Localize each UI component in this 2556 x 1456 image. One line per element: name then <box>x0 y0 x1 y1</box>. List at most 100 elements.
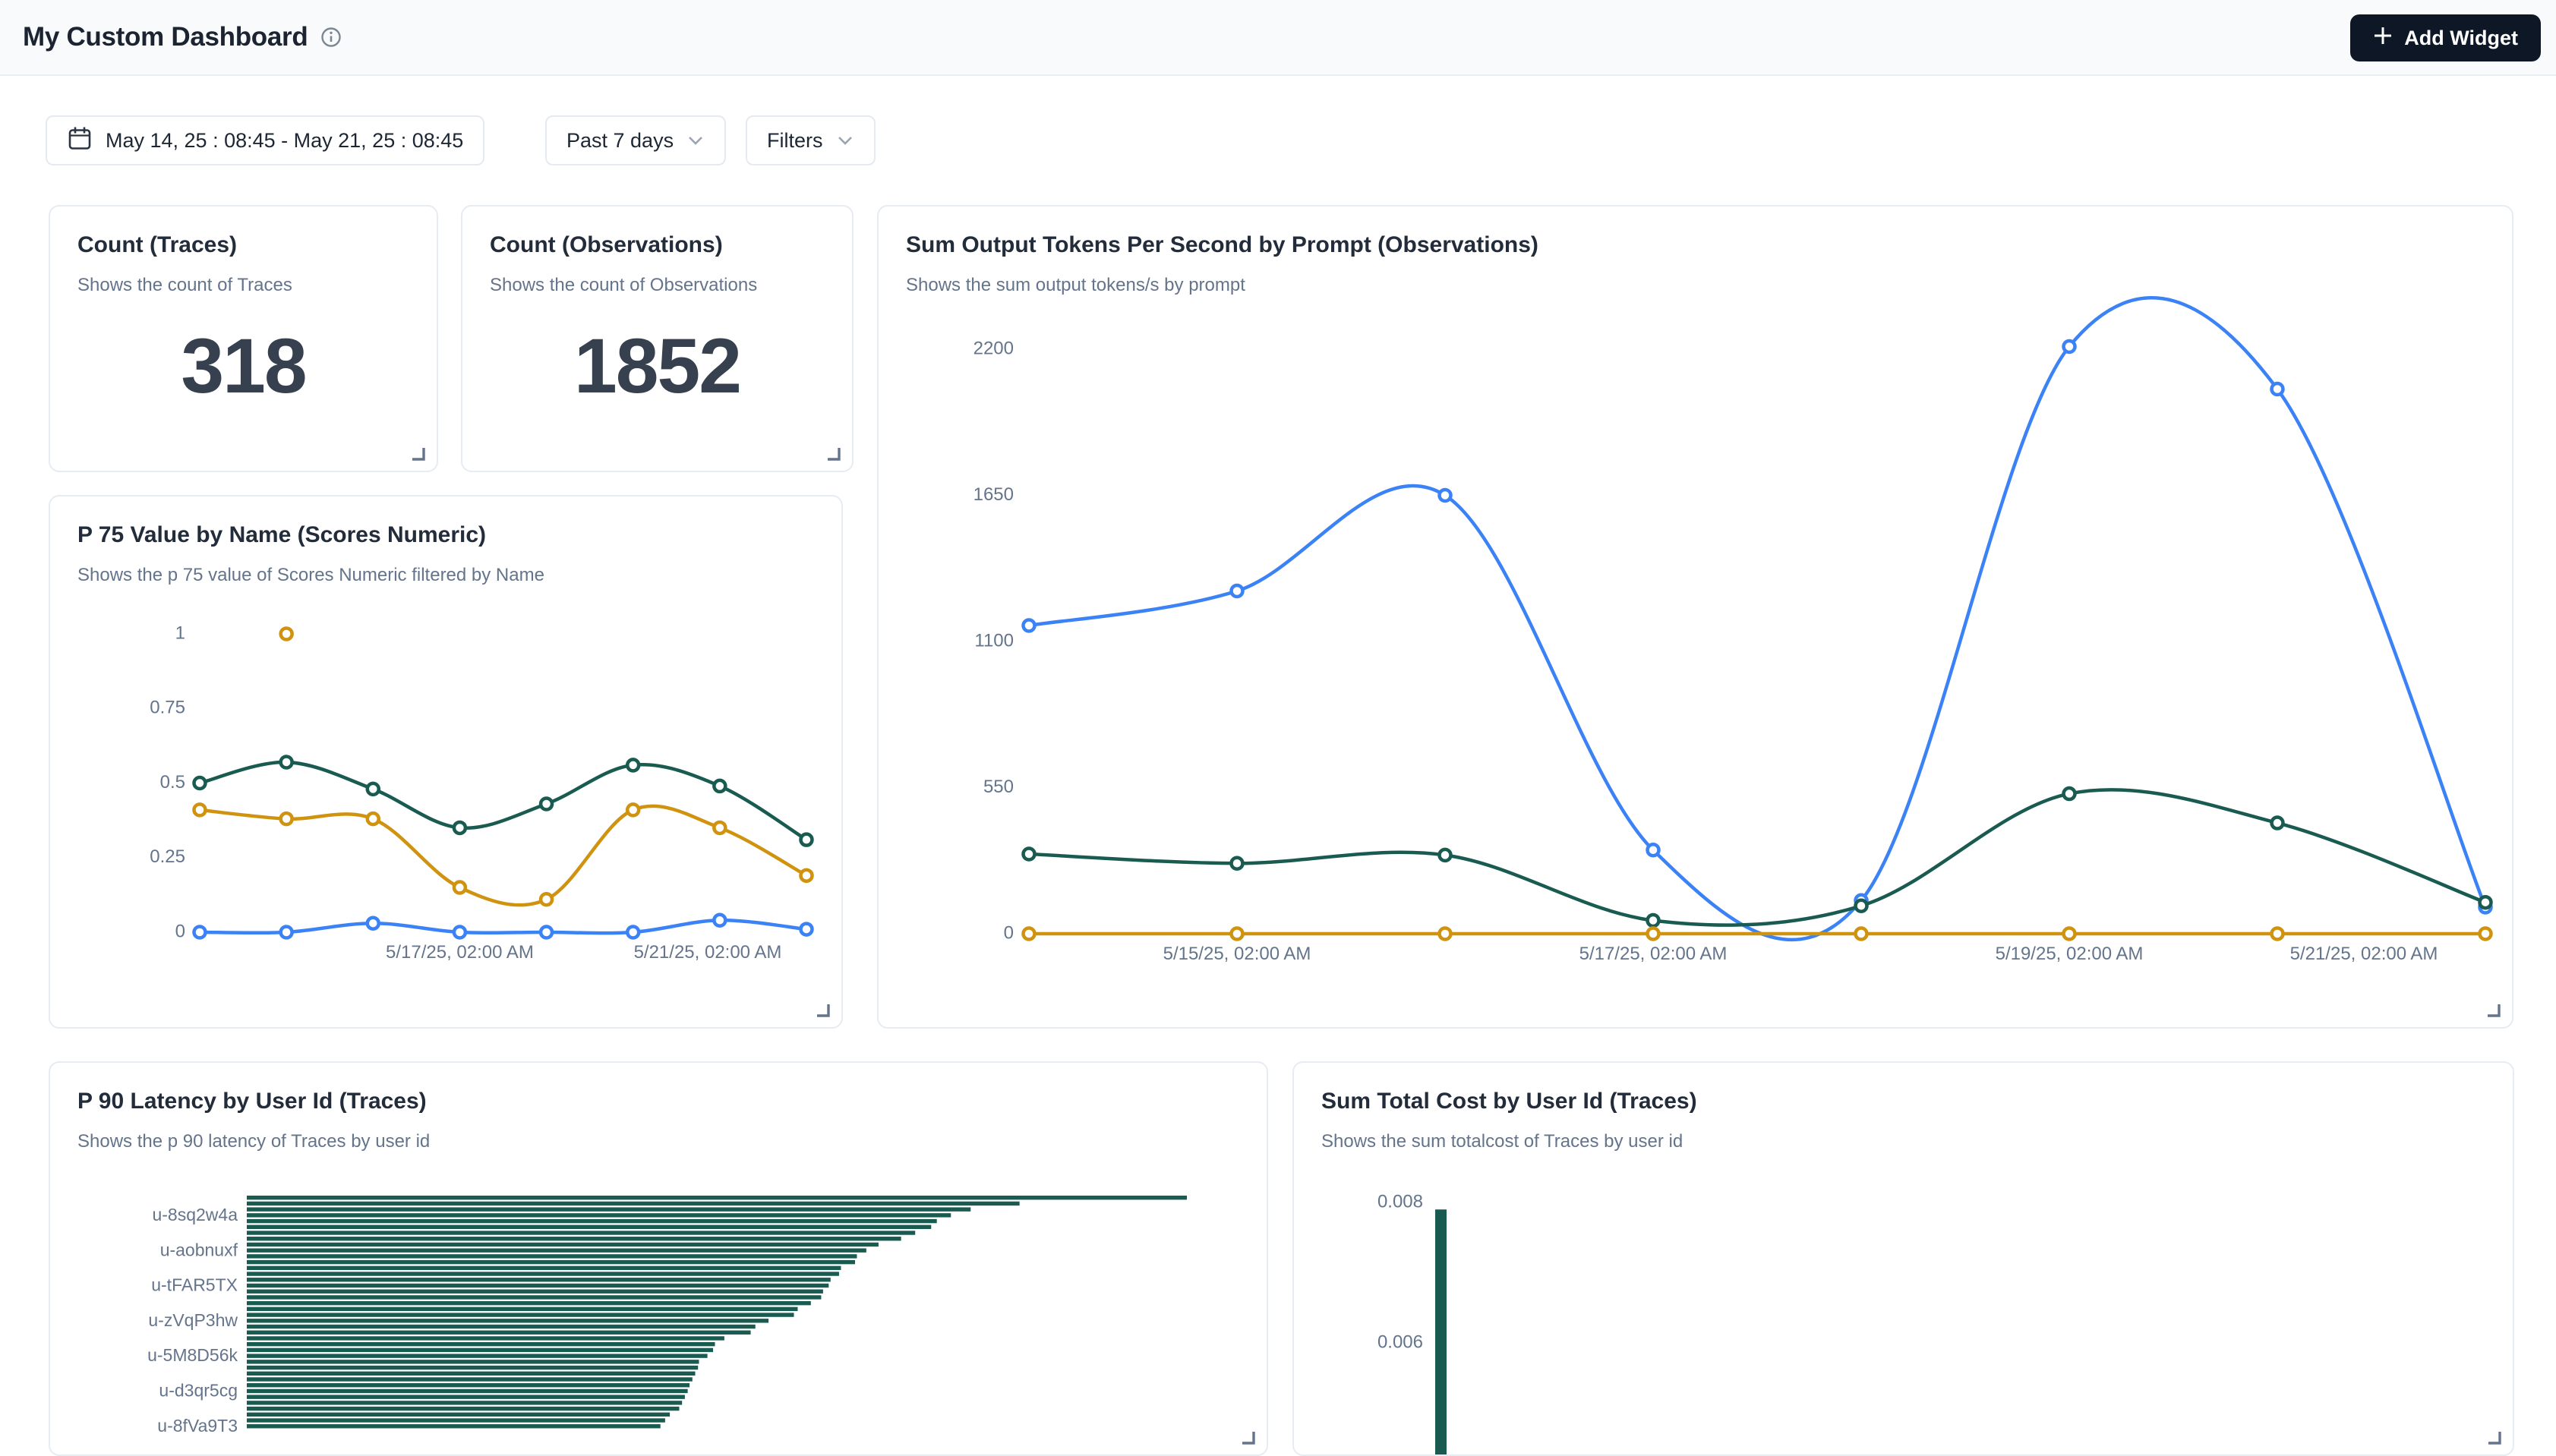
data-point <box>368 918 379 929</box>
data-point <box>2272 818 2283 829</box>
app-header: My Custom Dashboard Add Widget <box>0 0 2556 76</box>
data-point <box>2480 928 2491 940</box>
y-axis-tick: 1650 <box>973 484 1014 505</box>
resize-handle-icon[interactable] <box>1239 1429 1257 1447</box>
date-range-label: May 14, 25 : 08:45 - May 21, 25 : 08:45 <box>106 129 463 153</box>
bar <box>247 1418 665 1422</box>
bar <box>247 1260 855 1264</box>
resize-handle-icon[interactable] <box>2485 1429 2504 1447</box>
line-series-orange <box>200 806 806 905</box>
data-point <box>714 780 725 792</box>
data-point <box>541 893 552 905</box>
bar <box>247 1348 713 1352</box>
x-axis-label: 5/17/25, 02:00 AM <box>1579 944 1728 964</box>
bar-label: u-d3qr5cg <box>159 1381 238 1401</box>
widget-card-cost-by-user: Sum Total Cost by User Id (Traces) Shows… <box>1292 1061 2514 1456</box>
y-axis-tick: 0.75 <box>150 698 185 718</box>
date-range-button[interactable]: May 14, 25 : 08:45 - May 21, 25 : 08:45 <box>46 115 484 165</box>
bar <box>247 1331 751 1335</box>
data-point <box>2064 788 2075 799</box>
data-point <box>1648 928 1659 940</box>
data-point <box>1856 900 1867 912</box>
widget-card-tokens-by-prompt: Sum Output Tokens Per Second by Prompt (… <box>877 205 2513 1029</box>
widget-title: P 90 Latency by User Id (Traces) <box>77 1089 1239 1114</box>
bar <box>247 1243 879 1246</box>
widget-title: Count (Traces) <box>77 232 409 258</box>
bar-label: u-zVqP3hw <box>148 1310 238 1330</box>
y-axis-tick: 0.008 <box>1377 1191 1423 1212</box>
line-series-green <box>1029 789 2485 925</box>
add-widget-label: Add Widget <box>2404 27 2518 50</box>
date-preset-button[interactable]: Past 7 days <box>545 115 726 165</box>
x-axis-label: 5/15/25, 02:00 AM <box>1163 944 1311 964</box>
data-point <box>194 804 206 815</box>
widget-title: P 75 Value by Name (Scores Numeric) <box>77 522 814 548</box>
resize-handle-icon[interactable] <box>814 1001 832 1020</box>
bar <box>247 1325 756 1328</box>
chevron-down-icon <box>836 129 854 153</box>
bar <box>247 1313 794 1316</box>
data-point <box>194 777 206 789</box>
data-point <box>281 756 292 767</box>
bar <box>247 1319 768 1322</box>
bar <box>247 1254 857 1258</box>
y-axis-tick: 0.006 <box>1377 1332 1423 1352</box>
date-preset-label: Past 7 days <box>566 129 674 153</box>
x-axis-label: 5/19/25, 02:00 AM <box>1996 944 2144 964</box>
bar-label: u-aobnuxf <box>160 1240 238 1259</box>
p90-bar-chart: u-8sq2w4au-aobnuxfu-tFAR5TXu-zVqP3hwu-5M… <box>50 1063 1268 1456</box>
filters-button[interactable]: Filters <box>746 115 876 165</box>
page-title: My Custom Dashboard <box>23 22 308 52</box>
cost-bar-chart: 0.008 0.006 <box>1294 1063 2514 1456</box>
filters-label: Filters <box>767 129 823 153</box>
widget-card-count-traces: Count (Traces) Shows the count of Traces… <box>49 205 438 472</box>
widget-subtitle: Shows the count of Observations <box>490 275 825 296</box>
data-point <box>1024 849 1035 860</box>
bar <box>247 1413 670 1417</box>
bar <box>247 1395 685 1398</box>
bar <box>247 1196 1187 1199</box>
bar <box>247 1377 693 1381</box>
bar <box>247 1389 688 1393</box>
data-point <box>1232 858 1243 869</box>
bar <box>247 1272 839 1275</box>
line-series-green <box>200 762 806 840</box>
data-point <box>2272 928 2283 940</box>
data-point <box>194 927 206 938</box>
data-point <box>454 822 465 834</box>
bar <box>247 1342 715 1346</box>
widget-card-p75-scores: P 75 Value by Name (Scores Numeric) Show… <box>49 495 843 1029</box>
data-point <box>454 927 465 938</box>
widget-card-p90-latency: P 90 Latency by User Id (Traces) Shows t… <box>49 1061 1268 1456</box>
widget-subtitle: Shows the p 75 value of Scores Numeric f… <box>77 565 814 586</box>
bar-label: u-8fVa9T3 <box>157 1416 238 1436</box>
y-axis-tick: 0.25 <box>150 846 185 867</box>
bar-label: u-tFAR5TX <box>151 1275 238 1295</box>
bar <box>247 1383 689 1387</box>
data-point <box>1024 620 1035 632</box>
count-value: 1852 <box>462 322 852 411</box>
info-icon[interactable] <box>320 26 342 49</box>
bar <box>247 1248 866 1252</box>
y-axis-tick: 0.5 <box>160 772 185 793</box>
bar <box>247 1407 679 1410</box>
widget-title: Count (Observations) <box>490 232 825 258</box>
data-point <box>368 783 379 795</box>
resize-handle-icon[interactable] <box>2485 1001 2503 1020</box>
y-axis-tick: 0 <box>175 921 185 941</box>
x-axis-label: 5/21/25, 02:00 AM <box>634 942 782 963</box>
resize-handle-icon[interactable] <box>409 445 428 463</box>
bar <box>247 1202 1020 1205</box>
y-axis-tick: 1100 <box>974 630 1014 651</box>
add-widget-button[interactable]: Add Widget <box>2350 14 2541 61</box>
y-axis-tick: 2200 <box>973 338 1014 358</box>
data-point <box>281 629 292 640</box>
data-point <box>2064 928 2075 940</box>
bar <box>247 1213 951 1217</box>
bar <box>247 1207 970 1211</box>
resize-handle-icon[interactable] <box>825 445 843 463</box>
line-series-blue <box>200 920 806 933</box>
data-point <box>714 915 725 926</box>
bar <box>247 1266 841 1270</box>
bar <box>247 1290 823 1294</box>
